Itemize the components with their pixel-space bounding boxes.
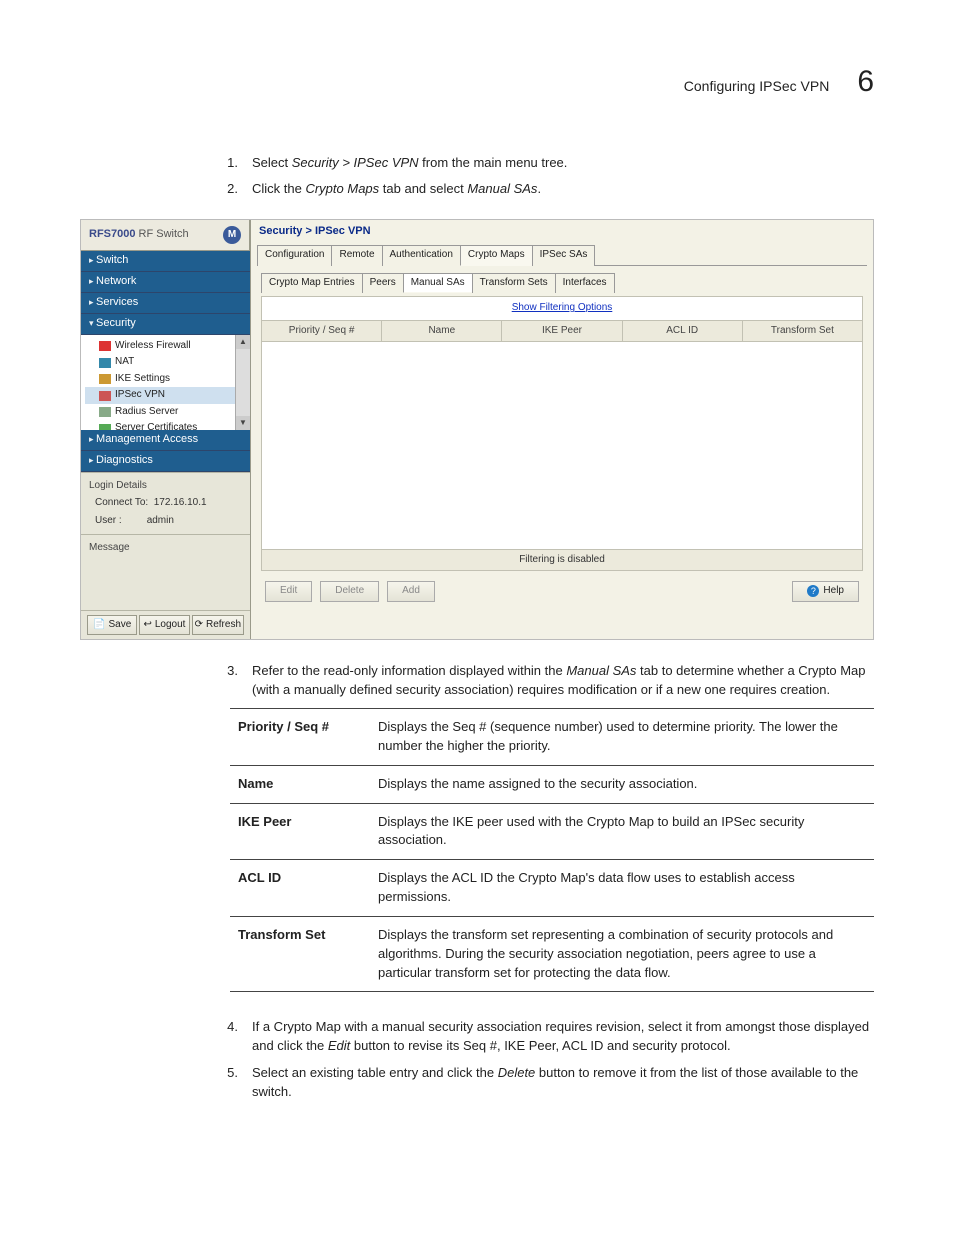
sidebar: RFS7000 RF Switch M Switch Network Servi… [81, 220, 251, 639]
subtab-crypto-map-entries[interactable]: Crypto Map Entries [261, 273, 363, 294]
tab-crypto-maps[interactable]: Crypto Maps [460, 245, 533, 266]
brand-logo-icon: M [223, 226, 241, 244]
tab-ipsec-sas[interactable]: IPSec SAs [532, 245, 596, 266]
scroll-up-icon[interactable]: ▲ [236, 335, 250, 349]
subtab-manual-sas[interactable]: Manual SAs [403, 273, 473, 294]
app-screenshot: RFS7000 RF Switch M Switch Network Servi… [80, 219, 874, 640]
show-filtering-link[interactable]: Show Filtering Options [512, 302, 613, 313]
add-button[interactable]: Add [387, 581, 435, 602]
sidebar-buttons: 📄Save ↩Logout ⟳Refresh [81, 610, 250, 640]
header-title: Configuring IPSec VPN [684, 76, 830, 96]
col-name[interactable]: Name [382, 321, 502, 342]
nav-management-access[interactable]: Management Access [81, 430, 250, 451]
col-ike-peer[interactable]: IKE Peer [502, 321, 622, 342]
edit-button[interactable]: Edit [265, 581, 312, 602]
field-row: IKE PeerDisplays the IKE peer used with … [230, 803, 874, 860]
app-title-bar: RFS7000 RF Switch M [81, 220, 250, 251]
tree-ipsec-vpn[interactable]: IPSec VPN [85, 387, 246, 404]
col-priority[interactable]: Priority / Seq # [262, 321, 382, 342]
tree-wireless-firewall[interactable]: Wireless Firewall [85, 338, 246, 355]
message-legend: Message [89, 541, 242, 556]
login-details-panel: Login Details Connect To: 172.16.10.1 Us… [81, 472, 250, 535]
instruction-steps: 1. Select Security > IPSec VPN from the … [220, 154, 874, 200]
refresh-icon: ⟳ [195, 618, 203, 633]
breadcrumb: Security > IPSec VPN [251, 220, 873, 244]
chapter-number: 6 [857, 60, 874, 104]
tree-scrollbar[interactable]: ▲▼ [235, 335, 250, 430]
lock-icon [99, 374, 111, 384]
tree-nat[interactable]: NAT [85, 354, 246, 371]
subtab-interfaces[interactable]: Interfaces [555, 273, 615, 294]
field-row: Priority / Seq #Displays the Seq # (sequ… [230, 709, 874, 766]
login-legend: Login Details [89, 479, 242, 494]
scroll-down-icon[interactable]: ▼ [236, 416, 250, 430]
filter-bar: Show Filtering Options [261, 296, 863, 320]
field-descriptions-table: Priority / Seq #Displays the Seq # (sequ… [230, 708, 874, 992]
help-button[interactable]: ?Help [792, 581, 859, 602]
field-row: Transform SetDisplays the transform set … [230, 916, 874, 992]
page-header: Configuring IPSec VPN 6 [80, 60, 874, 104]
nav-switch[interactable]: Switch [81, 251, 250, 272]
grid-body[interactable] [262, 342, 862, 549]
instruction-steps-cont2: 4. If a Crypto Map with a manual securit… [220, 1018, 874, 1101]
message-panel: Message [81, 534, 250, 610]
sub-tabs: Crypto Map Entries Peers Manual SAs Tran… [261, 272, 863, 293]
col-acl-id[interactable]: ACL ID [623, 321, 743, 342]
logout-icon: ↩ [143, 618, 151, 633]
step-3: 3. Refer to the read-only information di… [220, 662, 874, 700]
nav-diagnostics[interactable]: Diagnostics [81, 451, 250, 472]
radius-icon [99, 407, 111, 417]
manual-sas-grid: Priority / Seq # Name IKE Peer ACL ID Tr… [261, 320, 863, 550]
grid-header: Priority / Seq # Name IKE Peer ACL ID Tr… [262, 321, 862, 343]
step-1: 1. Select Security > IPSec VPN from the … [220, 154, 874, 173]
col-transform-set[interactable]: Transform Set [743, 321, 862, 342]
main-panel: Security > IPSec VPN Configuration Remot… [251, 220, 873, 639]
firewall-icon [99, 341, 111, 351]
vpn-icon [99, 391, 111, 401]
step-5: 5. Select an existing table entry and cl… [220, 1064, 874, 1102]
tab-authentication[interactable]: Authentication [382, 245, 461, 266]
nat-icon [99, 358, 111, 368]
delete-button[interactable]: Delete [320, 581, 379, 602]
instruction-steps-cont: 3. Refer to the read-only information di… [220, 662, 874, 700]
action-bar: Edit Delete Add ?Help [261, 571, 863, 610]
tab-remote[interactable]: Remote [331, 245, 382, 266]
help-icon: ? [807, 585, 819, 597]
tree-ike-settings[interactable]: IKE Settings [85, 371, 246, 388]
field-row: ACL IDDisplays the ACL ID the Crypto Map… [230, 860, 874, 917]
save-button[interactable]: 📄Save [87, 615, 137, 636]
step-4: 4. If a Crypto Map with a manual securit… [220, 1018, 874, 1056]
grid-footer: Filtering is disabled [261, 550, 863, 572]
subtab-transform-sets[interactable]: Transform Sets [472, 273, 556, 294]
save-icon: 📄 [93, 618, 105, 633]
subtab-peers[interactable]: Peers [362, 273, 404, 294]
security-tree: Wireless Firewall NAT IKE Settings IPSec… [81, 335, 250, 430]
tab-configuration[interactable]: Configuration [257, 245, 332, 266]
step-2: 2. Click the Crypto Maps tab and select … [220, 180, 874, 199]
field-row: NameDisplays the name assigned to the se… [230, 765, 874, 803]
nav-network[interactable]: Network [81, 272, 250, 293]
logout-button[interactable]: ↩Logout [139, 615, 189, 636]
refresh-button[interactable]: ⟳Refresh [192, 615, 244, 636]
tree-radius-server[interactable]: Radius Server [85, 404, 246, 421]
nav-security[interactable]: Security [81, 314, 250, 335]
nav-services[interactable]: Services [81, 293, 250, 314]
main-tabs: Configuration Remote Authentication Cryp… [257, 244, 867, 266]
